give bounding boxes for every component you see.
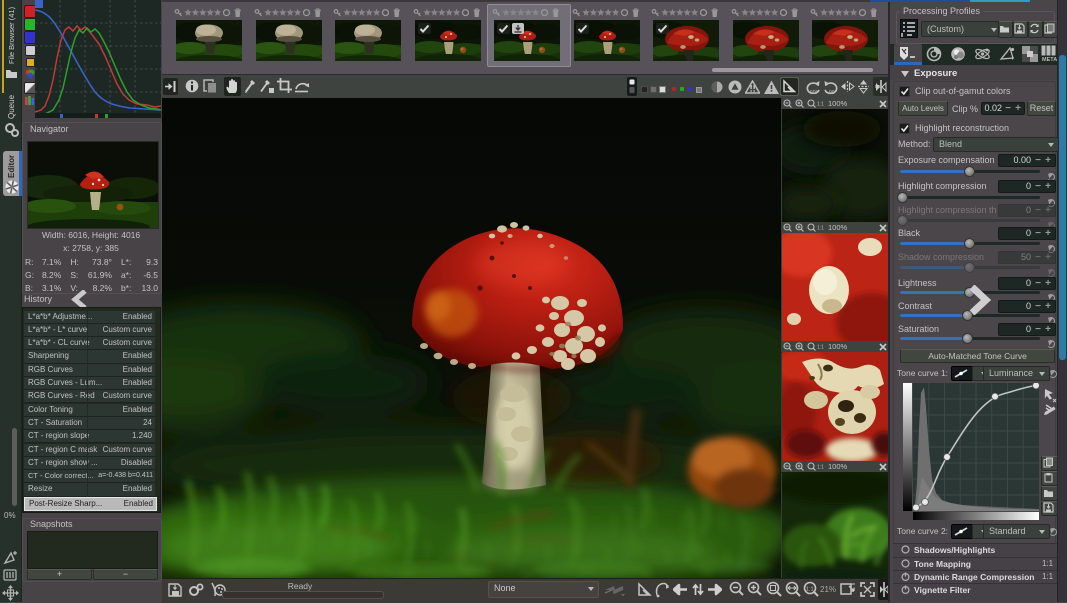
svg-text:1:1: 1:1	[806, 586, 814, 592]
svg-text:1:1: 1:1	[817, 345, 824, 351]
svg-text:90°: 90°	[810, 90, 818, 94]
svg-text:90°: 90°	[829, 90, 837, 94]
svg-text:1:1: 1:1	[817, 465, 824, 471]
svg-text:1:1: 1:1	[817, 226, 824, 232]
svg-text:1:1: 1:1	[817, 102, 824, 108]
svg-text:META: META	[1042, 57, 1057, 62]
